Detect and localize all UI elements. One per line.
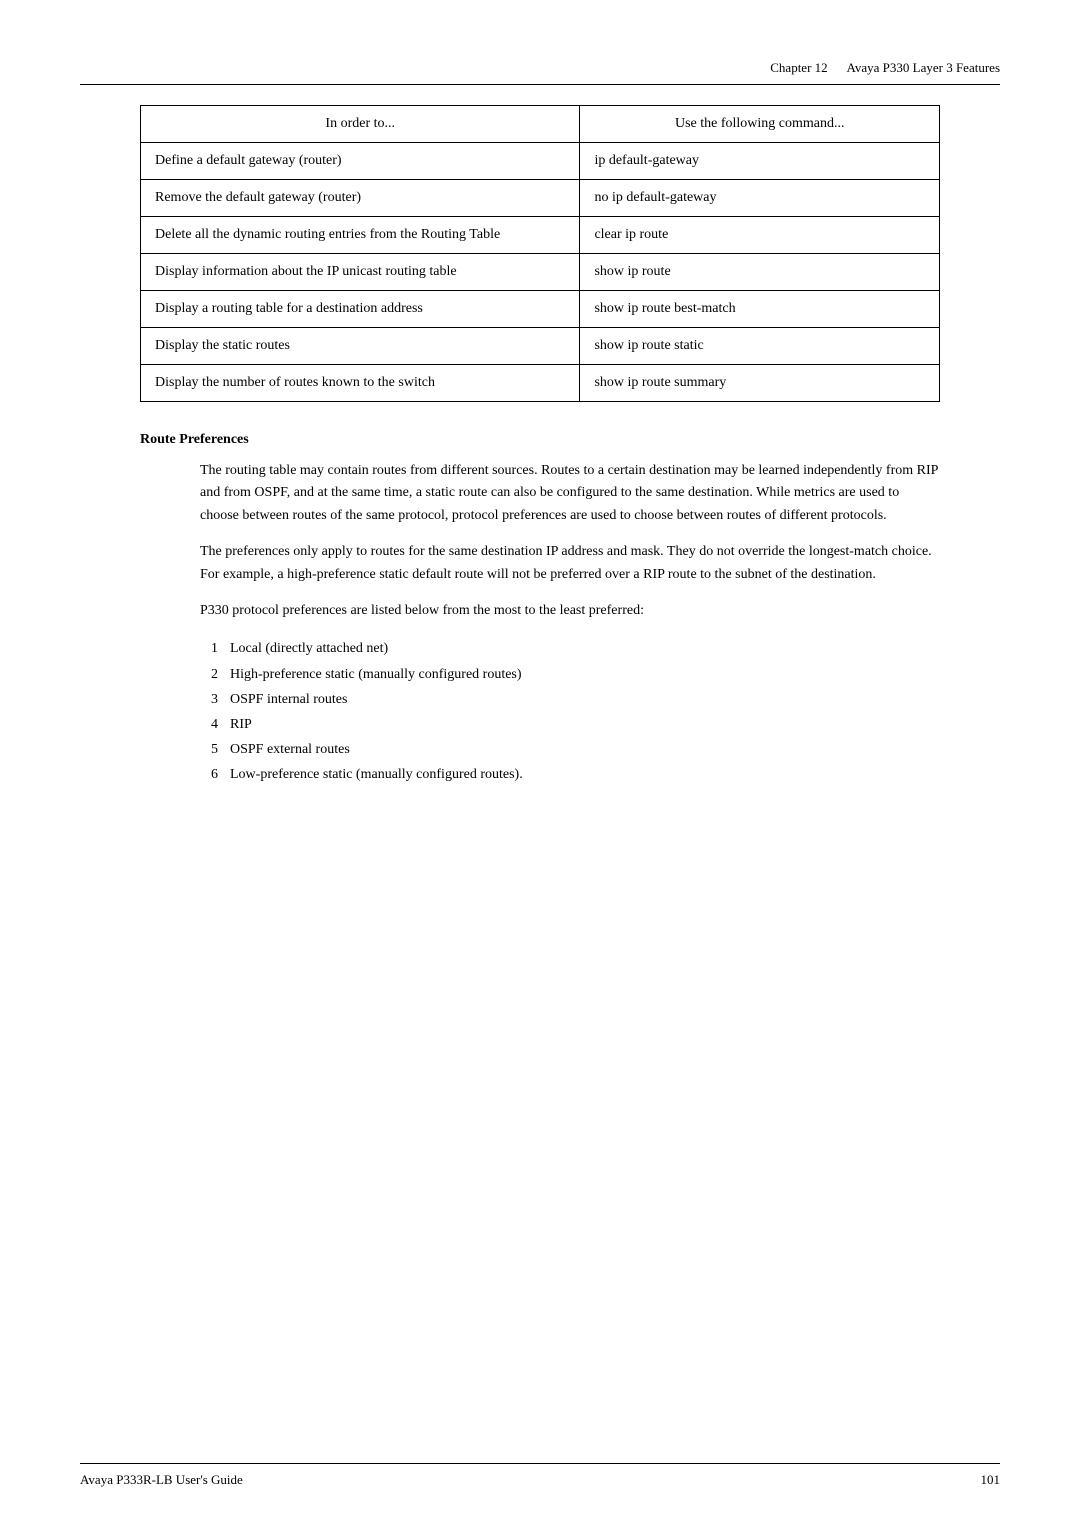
routing-commands-table: In order to... Use the following command… xyxy=(140,105,940,402)
section-title: Route Preferences xyxy=(140,432,940,448)
table-row: Display a routing table for a destinatio… xyxy=(141,291,940,328)
table-cell-command: show ip route best-match xyxy=(580,291,940,328)
chapter-label: Chapter 12 xyxy=(770,60,827,75)
table-cell-action: Display the static routes xyxy=(141,328,580,365)
list-item: 3 OSPF internal routes xyxy=(200,687,940,712)
page-header: Chapter 12 Avaya P330 Layer 3 Features xyxy=(80,60,1000,85)
table-row: Display the number of routes known to th… xyxy=(141,365,940,402)
list-item-text: High-preference static (manually configu… xyxy=(230,662,522,687)
table-cell-action: Define a default gateway (router) xyxy=(141,143,580,180)
route-preferences-section: Route Preferences The routing table may … xyxy=(140,432,940,787)
table-cell-action: Remove the default gateway (router) xyxy=(141,180,580,217)
preference-list: 1 Local (directly attached net) 2 High-pref… xyxy=(200,636,940,787)
table-cell-command: clear ip route xyxy=(580,217,940,254)
table-row: Define a default gateway (router)ip defa… xyxy=(141,143,940,180)
table-header-command: Use the following command... xyxy=(580,106,940,143)
list-item-text: Local (directly attached net) xyxy=(230,636,388,661)
list-item-number: 1 xyxy=(200,636,218,661)
table-cell-action: Display information about the IP unicast… xyxy=(141,254,580,291)
page-footer: Avaya P333R-LB User's Guide 101 xyxy=(80,1463,1000,1488)
table-cell-command: no ip default-gateway xyxy=(580,180,940,217)
chapter-title: Avaya P330 Layer 3 Features xyxy=(846,60,1000,75)
list-item-number: 4 xyxy=(200,712,218,737)
paragraph-2: The preferences only apply to routes for… xyxy=(200,541,940,586)
paragraph-3: P330 protocol preferences are listed bel… xyxy=(200,600,940,622)
table-cell-command: show ip route static xyxy=(580,328,940,365)
table-cell-command: show ip route xyxy=(580,254,940,291)
list-item-text: OSPF internal routes xyxy=(230,687,347,712)
table-cell-command: show ip route summary xyxy=(580,365,940,402)
list-item-number: 3 xyxy=(200,687,218,712)
section-body: The routing table may contain routes fro… xyxy=(140,460,940,787)
footer-right: 101 xyxy=(981,1472,1001,1488)
list-item-number: 6 xyxy=(200,762,218,787)
page-container: Chapter 12 Avaya P330 Layer 3 Features I… xyxy=(0,0,1080,1528)
table-row: Display information about the IP unicast… xyxy=(141,254,940,291)
list-item: 2 High-preference static (manually config… xyxy=(200,662,940,687)
table-cell-command: ip default-gateway xyxy=(580,143,940,180)
footer-left: Avaya P333R-LB User's Guide xyxy=(80,1472,243,1488)
table-row: Delete all the dynamic routing entries f… xyxy=(141,217,940,254)
list-item-number: 2 xyxy=(200,662,218,687)
header-text: Chapter 12 Avaya P330 Layer 3 Features xyxy=(770,60,1000,76)
list-item-text: Low-preference static (manually configur… xyxy=(230,762,523,787)
table-row: Remove the default gateway (router)no ip… xyxy=(141,180,940,217)
list-item: 4 RIP xyxy=(200,712,940,737)
table-cell-action: Display a routing table for a destinatio… xyxy=(141,291,580,328)
table-cell-action: Display the number of routes known to th… xyxy=(141,365,580,402)
list-item: 5 OSPF external routes xyxy=(200,737,940,762)
table-header-action: In order to... xyxy=(141,106,580,143)
list-item-number: 5 xyxy=(200,737,218,762)
list-item: 1 Local (directly attached net) xyxy=(200,636,940,661)
table-cell-action: Delete all the dynamic routing entries f… xyxy=(141,217,580,254)
table-row: Display the static routesshow ip route s… xyxy=(141,328,940,365)
list-item-text: OSPF external routes xyxy=(230,737,350,762)
list-item-text: RIP xyxy=(230,712,252,737)
list-item: 6 Low-preference static (manually configu… xyxy=(200,762,940,787)
paragraph-1: The routing table may contain routes fro… xyxy=(200,460,940,527)
content-area: In order to... Use the following command… xyxy=(80,105,1000,787)
